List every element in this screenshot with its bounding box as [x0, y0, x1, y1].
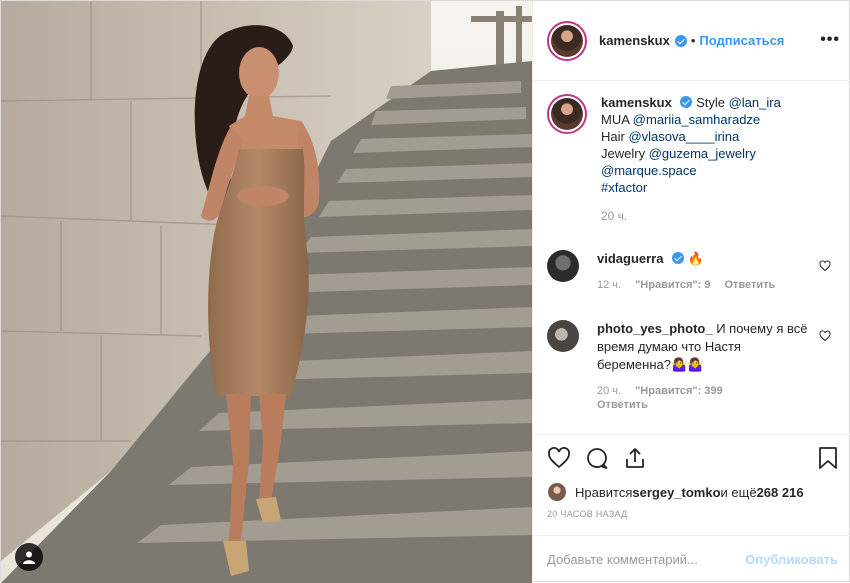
heart-icon[interactable]: [547, 446, 571, 470]
comment-likes[interactable]: "Нравится": 9: [635, 278, 710, 292]
mention-link[interactable]: @mariia_samharadze: [633, 112, 760, 127]
comment-icon[interactable]: [585, 446, 609, 470]
verified-icon: [672, 252, 685, 264]
mention-link[interactable]: @marque.space: [601, 163, 697, 178]
publish-button[interactable]: Опубликовать: [745, 552, 838, 567]
mention-link[interactable]: @lan_ira: [729, 95, 781, 110]
author-avatar[interactable]: [547, 20, 587, 61]
bookmark-icon[interactable]: [817, 446, 839, 470]
comment-likes[interactable]: "Нравится": 399: [635, 384, 723, 398]
caption-line4-text: Jewelry: [601, 146, 649, 161]
likes-count[interactable]: 268 216: [757, 485, 804, 500]
comment-item: photo_yes_photo_ И почему я всё время ду…: [547, 320, 837, 412]
hashtag-link[interactable]: #xfactor: [601, 180, 647, 195]
reply-button[interactable]: Ответить: [724, 278, 775, 292]
commenter-avatar[interactable]: [547, 250, 579, 282]
likes-prefix: Нравится: [575, 484, 633, 500]
verified-icon: [674, 34, 687, 47]
commenter-username[interactable]: vidaguerra: [597, 251, 663, 266]
header-separator: •: [690, 33, 696, 48]
comment-item: vidaguerra 🔥 12 ч. "Нравится": 9 Ответит…: [547, 250, 837, 292]
liker-username[interactable]: sergey_tomko: [632, 485, 720, 500]
caption-avatar[interactable]: [547, 94, 587, 134]
post-caption: kamenskux Style @lan_ira MUA @mariia_sam…: [547, 94, 841, 225]
like-comment-icon[interactable]: [819, 330, 831, 342]
follow-button[interactable]: Подписаться: [699, 33, 784, 48]
comment-time[interactable]: 12 ч.: [597, 278, 621, 292]
photo-illustration: [1, 1, 532, 583]
comment-input[interactable]: [547, 552, 746, 567]
comment-text: 🔥: [687, 251, 704, 266]
caption-line3-text: Hair: [601, 129, 629, 144]
instagram-post: kamenskux • Подписаться ••• kamenskux St…: [0, 0, 850, 583]
mention-link[interactable]: @guzema_jewelry: [649, 146, 756, 161]
post-timestamp[interactable]: 20 ЧАСОВ НАЗАД: [547, 509, 628, 519]
share-icon[interactable]: [623, 446, 647, 470]
caption-username[interactable]: kamenskux: [601, 95, 672, 110]
verified-icon: [680, 96, 693, 108]
tagged-user-icon[interactable]: [15, 543, 43, 571]
caption-time[interactable]: 20 ч.: [601, 208, 841, 225]
likes-middle: и ещё: [720, 484, 757, 500]
caption-line2-text: MUA: [601, 112, 633, 127]
like-comment-icon[interactable]: [819, 260, 831, 272]
likes-summary[interactable]: Нравится sergey_tomko и ещё 268 216: [547, 482, 804, 502]
post-side-panel: kamenskux • Подписаться ••• kamenskux St…: [532, 1, 850, 583]
author-username[interactable]: kamenskux: [599, 33, 670, 48]
liker-avatar[interactable]: [547, 482, 567, 502]
commenter-avatar[interactable]: [547, 320, 579, 352]
caption-line1-text: Style: [696, 95, 729, 110]
more-icon[interactable]: •••: [820, 31, 840, 49]
comment-time[interactable]: 20 ч.: [597, 384, 621, 398]
add-comment-bar: Опубликовать: [533, 535, 850, 583]
post-photo[interactable]: [1, 1, 532, 583]
reply-button[interactable]: Ответить: [597, 398, 648, 412]
mention-link[interactable]: @vlasova____irina: [628, 129, 739, 144]
commenter-username[interactable]: photo_yes_photo_: [597, 321, 713, 336]
comments-section[interactable]: kamenskux Style @lan_ira MUA @mariia_sam…: [533, 82, 850, 434]
post-header: kamenskux • Подписаться •••: [533, 1, 850, 81]
